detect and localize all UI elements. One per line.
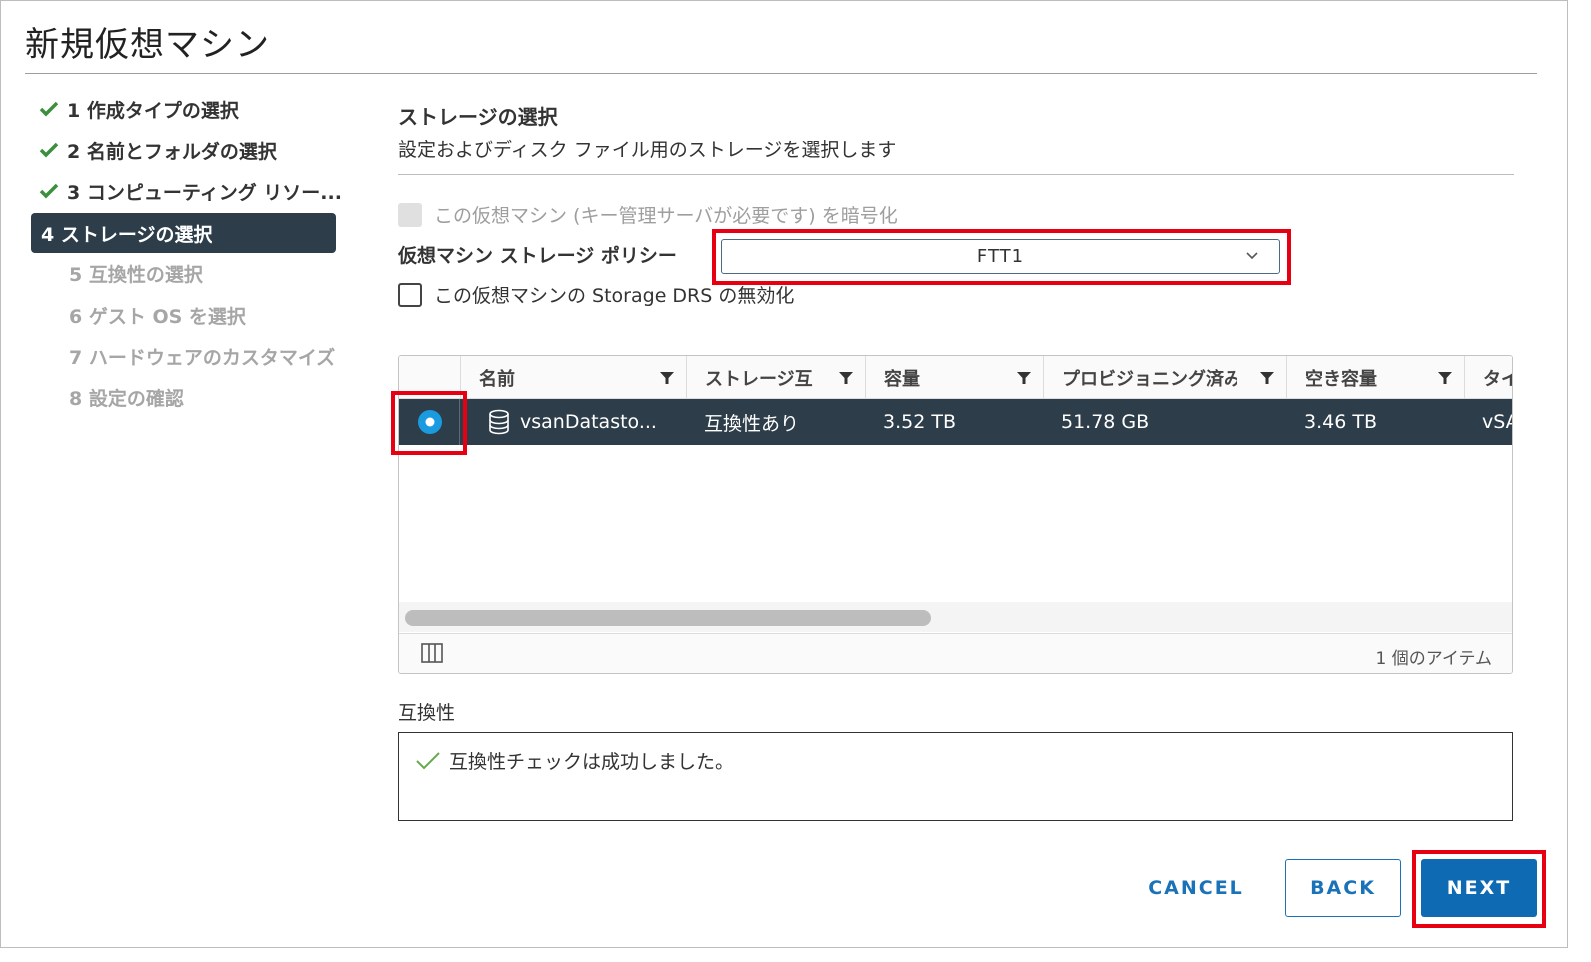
- step-label: 3 コンピューティング リソー...: [67, 181, 342, 204]
- step-4[interactable]: 4 ストレージの選択: [31, 213, 336, 253]
- cell-text: vsanDatasto...: [520, 411, 657, 433]
- column-toggle-icon[interactable]: [421, 643, 443, 667]
- encrypt-option: この仮想マシン (キー管理サーバが必要です) を暗号化: [398, 201, 898, 228]
- row-compat-cell: 互換性あり: [686, 399, 865, 445]
- grid-footer: 1 個のアイテム: [399, 633, 1512, 673]
- filter-icon[interactable]: [1438, 371, 1452, 385]
- datastore-icon: [489, 409, 509, 435]
- back-button[interactable]: BACK: [1285, 859, 1401, 917]
- step-7: 7 ハードウェアのカスタマイズ: [31, 338, 366, 374]
- step-label: 6 ゲスト OS を選択: [69, 305, 246, 328]
- datastore-grid: 名前 ストレージ互 容量 プロビジョニング済み 空き容量 タイ: [398, 355, 1513, 674]
- dialog-title: 新規仮想マシン: [25, 25, 270, 65]
- checkmark-icon: [31, 142, 67, 158]
- column-label: 容量: [884, 368, 920, 390]
- step-5: 5 互換性の選択: [31, 255, 366, 291]
- scrollbar-thumb[interactable]: [405, 610, 931, 626]
- drs-option[interactable]: この仮想マシンの Storage DRS の無効化: [398, 281, 794, 308]
- compatibility-text: 互換性チェックは成功しました。: [449, 751, 735, 773]
- column-label: ストレージ互: [705, 368, 813, 390]
- title-divider: [25, 73, 1537, 74]
- new-vm-dialog: 新規仮想マシン 1 作成タイプの選択 2 名前とフォルダの選択 3 コンピューテ…: [0, 0, 1568, 948]
- policy-label: 仮想マシン ストレージ ポリシー: [398, 245, 677, 267]
- cell-text: vSA: [1482, 411, 1512, 433]
- column-label: 名前: [479, 368, 515, 390]
- step-3[interactable]: 3 コンピューティング リソー...: [31, 173, 366, 209]
- row-provisioned-cell: 51.78 GB: [1043, 399, 1286, 445]
- section-divider: [398, 174, 1514, 175]
- step-label: 1 作成タイプの選択: [67, 99, 239, 122]
- grid-header: 名前 ストレージ互 容量 プロビジョニング済み 空き容量 タイ: [399, 356, 1512, 399]
- step-label: 5 互換性の選択: [69, 263, 203, 286]
- policy-highlight-box: [712, 229, 1291, 285]
- checkmark-icon: [31, 183, 67, 199]
- filter-icon[interactable]: [660, 371, 674, 385]
- row-capacity-cell: 3.52 TB: [865, 399, 1043, 445]
- column-header-capacity[interactable]: 容量: [865, 356, 1043, 399]
- table-row[interactable]: vsanDatasto... 互換性あり 3.52 TB 51.78 GB 3.…: [399, 399, 1512, 445]
- step-label: 8 設定の確認: [69, 387, 184, 410]
- step-label: 7 ハードウェアのカスタマイズ: [69, 346, 336, 369]
- encrypt-checkbox: [398, 202, 422, 227]
- drs-label: この仮想マシンの Storage DRS の無効化: [434, 285, 795, 307]
- cell-text: 3.46 TB: [1304, 411, 1377, 433]
- cancel-button[interactable]: CANCEL: [1131, 859, 1261, 917]
- drs-checkbox[interactable]: [398, 282, 422, 307]
- column-header-free[interactable]: 空き容量: [1286, 356, 1464, 399]
- row-type-cell: vSA: [1464, 399, 1512, 445]
- row-name-cell: vsanDatasto...: [470, 399, 686, 445]
- step-8: 8 設定の確認: [31, 379, 366, 415]
- step-label: 4 ストレージの選択: [41, 223, 213, 246]
- cell-text: 3.52 TB: [883, 411, 956, 433]
- compatibility-box: 互換性チェックは成功しました。: [398, 732, 1513, 821]
- row-free-cell: 3.46 TB: [1286, 399, 1464, 445]
- cell-text: 51.78 GB: [1061, 411, 1150, 433]
- filter-icon[interactable]: [1260, 371, 1274, 385]
- checkmark-icon: [31, 101, 67, 117]
- column-label: プロビジョニング済み: [1062, 368, 1237, 390]
- filter-icon[interactable]: [839, 371, 853, 385]
- column-header-name[interactable]: 名前: [460, 356, 686, 399]
- column-header-provisioned[interactable]: プロビジョニング済み: [1043, 356, 1286, 399]
- compatibility-message: 互換性チェックは成功しました。: [415, 747, 734, 774]
- step-1[interactable]: 1 作成タイプの選択: [31, 91, 366, 127]
- next-highlight-box: [1412, 850, 1546, 928]
- column-header-type[interactable]: タイ: [1464, 356, 1512, 399]
- step-6: 6 ゲスト OS を選択: [31, 297, 366, 333]
- column-label: タイ: [1483, 368, 1512, 390]
- column-label: 空き容量: [1305, 368, 1377, 390]
- radio-highlight-box: [391, 391, 467, 455]
- filter-icon[interactable]: [1017, 371, 1031, 385]
- section-title: ストレージの選択: [398, 105, 558, 129]
- cell-text: 互換性あり: [704, 412, 800, 435]
- step-label: 2 名前とフォルダの選択: [67, 140, 277, 163]
- step-2[interactable]: 2 名前とフォルダの選択: [31, 132, 366, 168]
- section-description: 設定およびディスク ファイル用のストレージを選択します: [398, 139, 897, 161]
- encrypt-label: この仮想マシン (キー管理サーバが必要です) を暗号化: [434, 205, 898, 227]
- success-check-icon: [416, 751, 440, 769]
- compatibility-label: 互換性: [398, 702, 456, 724]
- item-count: 1 個のアイテム: [1375, 649, 1492, 669]
- column-header-compat[interactable]: ストレージ互: [686, 356, 865, 399]
